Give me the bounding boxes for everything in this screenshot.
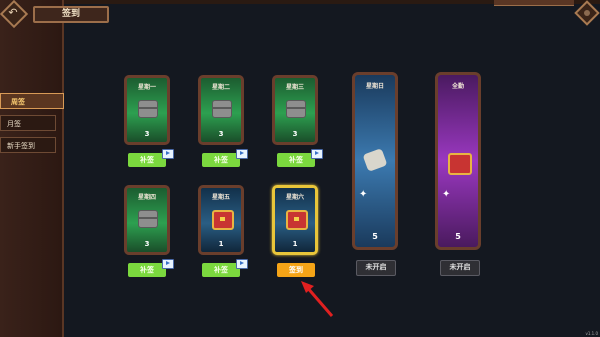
day-card-tue[interactable]: 星期二 3 xyxy=(198,75,244,145)
reward-count: 3 xyxy=(218,130,224,138)
day-card-mon[interactable]: 星期一 3 xyxy=(124,75,170,145)
day-card-fri[interactable]: 星期五 1 xyxy=(198,185,244,255)
full-attendance-card[interactable]: 全勤 ✦ 5 xyxy=(435,72,481,250)
grey-chest-icon xyxy=(138,100,158,118)
grey-chest-icon xyxy=(212,100,232,118)
reward-count: 3 xyxy=(144,130,150,138)
day-label: 星期二 xyxy=(211,84,230,91)
makeup-button-wed[interactable]: 补签 xyxy=(277,149,323,167)
page-title: 签到 xyxy=(33,6,109,23)
makeup-button-thu[interactable]: 补签 xyxy=(128,259,174,277)
makeup-button-fri[interactable]: 补签 xyxy=(202,259,248,277)
reward-count: 5 xyxy=(372,232,378,241)
sunday-card[interactable]: 星期日 ✦ 5 xyxy=(352,72,398,250)
red-chest-icon xyxy=(448,153,472,175)
red-chest-icon xyxy=(286,210,308,230)
red-arrow-icon xyxy=(301,281,334,317)
grey-chest-icon xyxy=(286,100,306,118)
reward-count: 1 xyxy=(218,240,224,248)
red-chest-icon xyxy=(212,210,234,230)
video-ad-icon xyxy=(236,259,248,269)
not-open-button-attendance[interactable]: 未开启 xyxy=(440,260,480,276)
video-ad-icon xyxy=(162,259,174,269)
video-ad-icon xyxy=(162,149,174,159)
tab-monthly[interactable]: 月签 xyxy=(0,115,56,131)
day-label: 星期四 xyxy=(137,194,156,201)
day-label: 星期日 xyxy=(365,83,384,90)
day-label: 星期六 xyxy=(285,194,304,201)
day-card-wed[interactable]: 星期三 3 xyxy=(272,75,318,145)
day-label: 全勤 xyxy=(451,83,464,90)
scroll-icon xyxy=(362,148,388,172)
version-label: v1.1.0 xyxy=(585,331,598,336)
corner-ornament-icon xyxy=(574,0,600,26)
day-label: 星期一 xyxy=(137,84,156,91)
top-decoration xyxy=(494,0,574,6)
day-card-sat[interactable]: 星期六 1 xyxy=(272,185,318,255)
sparkle-icon: ✦ xyxy=(359,189,368,200)
makeup-button-tue[interactable]: 补签 xyxy=(202,149,248,167)
back-arrow-icon: ↶ xyxy=(8,6,18,20)
sidebar xyxy=(0,0,64,337)
video-ad-icon xyxy=(311,149,323,159)
makeup-button-mon[interactable]: 补签 xyxy=(128,149,174,167)
day-label: 星期三 xyxy=(285,84,304,91)
reward-count: 1 xyxy=(292,240,298,248)
sign-in-button[interactable]: 签到 xyxy=(277,263,315,277)
sparkle-icon: ✦ xyxy=(442,189,451,200)
grey-chest-icon xyxy=(138,210,158,228)
reward-count: 5 xyxy=(455,232,461,241)
tab-weekly[interactable]: 周签 xyxy=(0,93,64,109)
video-ad-icon xyxy=(236,149,248,159)
not-open-button-sunday[interactable]: 未开启 xyxy=(356,260,396,276)
reward-count: 3 xyxy=(144,240,150,248)
day-label: 星期五 xyxy=(211,194,230,201)
tab-newbie[interactable]: 新手签到 xyxy=(0,137,56,153)
day-card-thu[interactable]: 星期四 3 xyxy=(124,185,170,255)
reward-count: 3 xyxy=(292,130,298,138)
